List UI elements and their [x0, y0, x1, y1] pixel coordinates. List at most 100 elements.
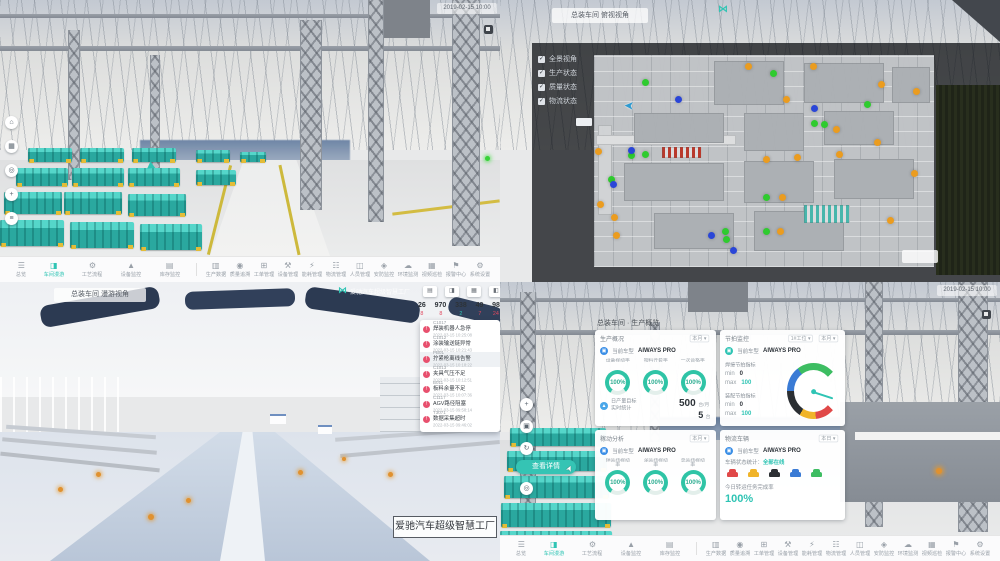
- map-marker[interactable]: [874, 139, 881, 146]
- map-marker[interactable]: [794, 154, 801, 161]
- map-marker[interactable]: [864, 101, 871, 108]
- layer-menu-item[interactable]: ✓ 质量状态: [538, 80, 577, 94]
- layer-menu-item[interactable]: ✓ 物流状态: [538, 94, 577, 108]
- map-marker[interactable]: [597, 201, 604, 208]
- car-icon[interactable]: [790, 472, 801, 477]
- toolbar-item[interactable]: ◈ 安防监控: [872, 541, 896, 557]
- map-marker[interactable]: [878, 81, 885, 88]
- map-marker[interactable]: [811, 120, 818, 127]
- toolbar-item[interactable]: ☰ 总览: [515, 541, 527, 557]
- toolbar-item[interactable]: ☁ 环境监测: [396, 262, 420, 278]
- toolbar-item[interactable]: ☷ 物流管理: [824, 541, 848, 557]
- reset-view-button[interactable]: [576, 118, 592, 126]
- period-select[interactable]: 本日 ▾: [819, 435, 838, 443]
- toolbar-item[interactable]: ⊞ 工单管理: [252, 262, 276, 278]
- map-marker[interactable]: [723, 236, 730, 243]
- map-marker[interactable]: [911, 170, 918, 177]
- toolbar-item[interactable]: ☰ 总览: [15, 262, 27, 278]
- car-icon[interactable]: [811, 472, 822, 477]
- toolbar-item[interactable]: ◨ 车间漫游: [42, 262, 66, 278]
- scene-view-button[interactable]: +: [5, 188, 18, 201]
- toolbar-item[interactable]: ▥ 生产数据: [704, 541, 728, 557]
- toolbar-item[interactable]: ☁ 环境监测: [896, 541, 920, 557]
- toolbar-item[interactable]: ⚒ 设备管理: [276, 262, 300, 278]
- toolbar-item[interactable]: ▦ 视频巡检: [420, 262, 444, 278]
- toolbar-item[interactable]: ☷ 物流管理: [324, 262, 348, 278]
- map-marker[interactable]: [722, 228, 729, 235]
- car-icon[interactable]: [769, 472, 780, 477]
- toolbar-item[interactable]: ⚒ 设备管理: [776, 541, 800, 557]
- map-marker[interactable]: [777, 228, 784, 235]
- toolbar-item[interactable]: ◉ 质量追溯: [228, 262, 252, 278]
- toolbar-item[interactable]: ⚡ 能耗管理: [300, 262, 324, 278]
- map-marker[interactable]: [810, 63, 817, 70]
- map-marker[interactable]: [611, 214, 618, 221]
- map-marker[interactable]: [779, 194, 786, 201]
- map-marker[interactable]: [783, 96, 790, 103]
- minimap-toggle-icon[interactable]: [982, 310, 991, 319]
- toolbar-item[interactable]: ◨ 车间漫游: [542, 541, 566, 557]
- toolbar-item[interactable]: ⚡ 能耗管理: [800, 541, 824, 557]
- panel-mode-button[interactable]: ▦: [467, 286, 481, 297]
- toolbar-item[interactable]: ▲ 设备监控: [119, 262, 143, 278]
- scene-view-button[interactable]: ▣: [520, 420, 533, 433]
- panel-mode-button[interactable]: ▤: [423, 286, 437, 297]
- map-marker[interactable]: [887, 217, 894, 224]
- factory-plan-map[interactable]: ➤: [594, 55, 934, 267]
- scene-view-button[interactable]: ◎: [5, 164, 18, 177]
- map-marker[interactable]: [730, 247, 737, 254]
- panel-mode-button[interactable]: ◧: [489, 286, 500, 297]
- toolbar-item[interactable]: ▲ 设备监控: [619, 541, 643, 557]
- toolbar-item[interactable]: ⚙ 系统设置: [468, 262, 492, 278]
- map-marker[interactable]: [642, 79, 649, 86]
- scene-view-button[interactable]: +: [520, 398, 533, 411]
- toolbar-item[interactable]: ◉ 质量追溯: [728, 541, 752, 557]
- car-icon[interactable]: [748, 472, 759, 477]
- toolbar-item[interactable]: ⚙ 工艺流程: [580, 541, 604, 557]
- scene-view-button[interactable]: ↻: [520, 442, 533, 455]
- map-marker[interactable]: [610, 181, 617, 188]
- toolbar-item[interactable]: ▤ 库存监控: [158, 262, 182, 278]
- map-marker[interactable]: [821, 121, 828, 128]
- scene-view-button[interactable]: ⌂: [5, 116, 18, 129]
- map-marker[interactable]: [913, 88, 920, 95]
- minimap-toggle-icon[interactable]: [484, 25, 493, 34]
- map-marker[interactable]: [763, 228, 770, 235]
- period-select[interactable]: 本月 ▾: [690, 335, 709, 343]
- map-marker[interactable]: [811, 105, 818, 112]
- map-marker[interactable]: [770, 70, 777, 77]
- map-marker[interactable]: [675, 96, 682, 103]
- map-marker[interactable]: [642, 151, 649, 158]
- toolbar-item[interactable]: ◫ 人员管理: [348, 262, 372, 278]
- map-marker[interactable]: [763, 194, 770, 201]
- toolbar-item[interactable]: ◈ 安防监控: [372, 262, 396, 278]
- layer-menu-item[interactable]: ✓ 全景视角: [538, 52, 577, 66]
- panel-mode-button[interactable]: ◨: [445, 286, 459, 297]
- layer-menu-item[interactable]: ✓ 生产状态: [538, 66, 577, 80]
- period-select[interactable]: 本月 ▾: [819, 335, 838, 343]
- period-select[interactable]: 本月 ▾: [690, 435, 709, 443]
- map-marker[interactable]: [628, 147, 635, 154]
- map-marker[interactable]: [745, 63, 752, 70]
- toolbar-item[interactable]: ⚙ 工艺流程: [80, 262, 104, 278]
- map-marker[interactable]: [613, 232, 620, 239]
- toolbar-item[interactable]: ◫ 人员管理: [848, 541, 872, 557]
- toolbar-item[interactable]: ▥ 生产数据: [204, 262, 228, 278]
- scene-view-button[interactable]: ◎: [520, 482, 533, 495]
- scene-view-button[interactable]: ▦: [5, 140, 18, 153]
- toolbar-item[interactable]: ▤ 库存监控: [658, 541, 682, 557]
- map-marker[interactable]: [833, 126, 840, 133]
- scene-view-button[interactable]: ≡: [5, 212, 18, 225]
- alarm-list-item[interactable]: ! T3071 数据采集超时 2022-03-15 09:46:02: [420, 412, 500, 427]
- toolbar-item[interactable]: ⚙ 系统设置: [968, 541, 992, 557]
- car-icon[interactable]: [727, 472, 738, 477]
- toolbar-item[interactable]: ⚑ 报警中心: [444, 262, 468, 278]
- map-marker[interactable]: [595, 148, 602, 155]
- toolbar-item[interactable]: ⊞ 工单管理: [752, 541, 776, 557]
- map-marker[interactable]: [708, 232, 715, 239]
- map-marker[interactable]: [836, 151, 843, 158]
- map-marker[interactable]: [763, 156, 770, 163]
- toolbar-item[interactable]: ▦ 视频巡检: [920, 541, 944, 557]
- toolbar-item[interactable]: ⚑ 报警中心: [944, 541, 968, 557]
- station-select[interactable]: 1#工位 ▾: [788, 335, 813, 343]
